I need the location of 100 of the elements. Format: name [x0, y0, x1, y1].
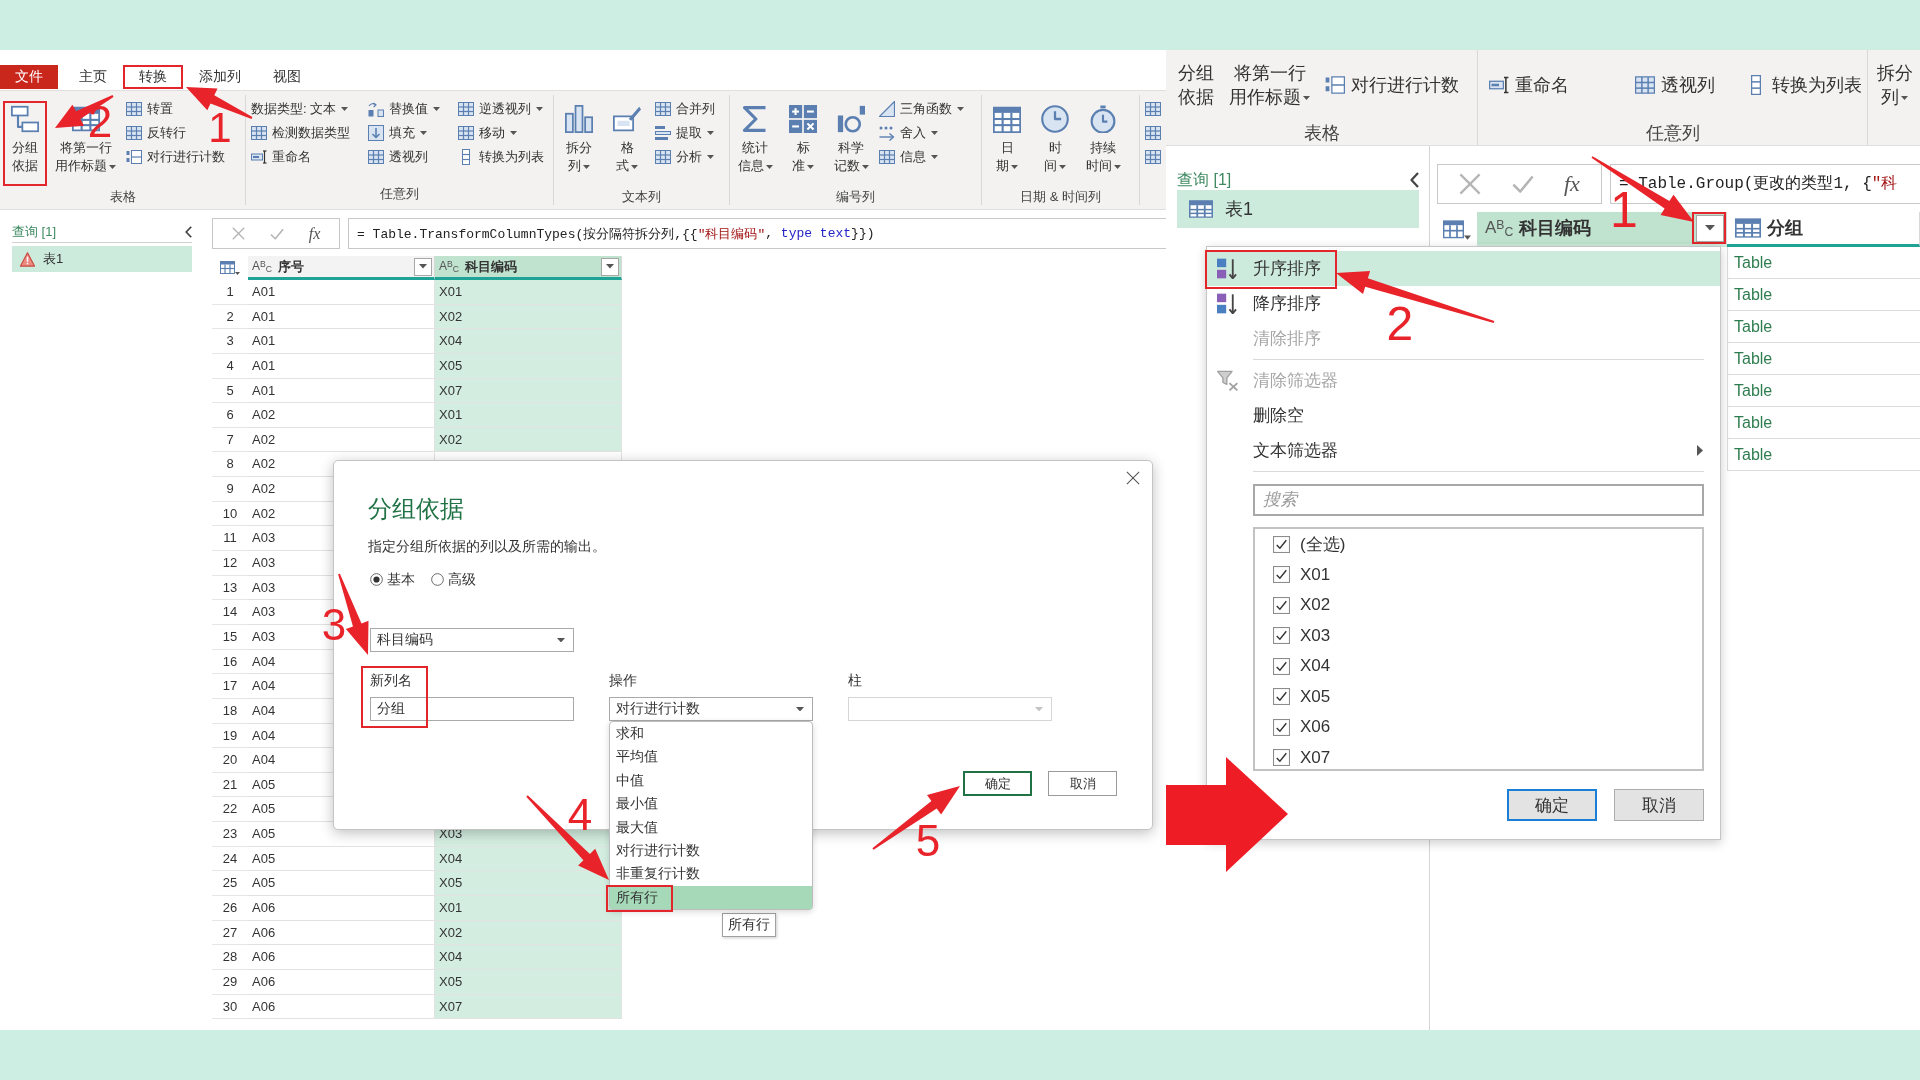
ribbon-button[interactable]: 转置 [124, 97, 175, 121]
ribbon-button[interactable]: 逆透视列 [456, 97, 545, 121]
checkbox[interactable] [1273, 566, 1290, 584]
option-item[interactable]: 求和 [610, 722, 812, 746]
row-number: 12 [212, 551, 248, 576]
cancel-button[interactable]: 取消 [1048, 771, 1117, 796]
column-header[interactable]: 分组 [1727, 212, 1920, 247]
ribbon-button[interactable]: 移动 [456, 121, 519, 145]
row-number: 18 [212, 698, 248, 724]
ok-button[interactable]: 确定 [963, 771, 1032, 796]
ribbon-button[interactable]: 填充 [366, 121, 429, 145]
check-icon[interactable] [269, 226, 284, 241]
row-number: 8 [212, 452, 248, 478]
table-menu-icon[interactable] [1443, 218, 1471, 241]
ribbon-button[interactable]: 三角函数 [877, 97, 966, 121]
checkbox[interactable] [1273, 657, 1290, 675]
ribbon-button[interactable]: 透视列 [1635, 72, 1715, 98]
menu-item[interactable]: 升序排序 [1207, 251, 1720, 286]
step-number: 1 [208, 112, 232, 144]
dropdown-select[interactable]: 对行进行计数 [609, 697, 813, 721]
function-button[interactable]: fx [1563, 171, 1580, 197]
menu-item[interactable]: 删除空 [1207, 398, 1312, 433]
ribbon-button[interactable]: 重命名 [249, 145, 313, 169]
ribbon-button[interactable]: 提取 [653, 121, 716, 145]
ribbon-button[interactable]: 透视列 [366, 145, 430, 169]
column-header[interactable]: A$^{B}$$_{C}$ 科目编码 [435, 256, 622, 280]
text-input[interactable]: 分组 [370, 697, 574, 721]
filter-value[interactable]: X05 [1273, 681, 1702, 712]
filter-value[interactable]: X03 [1273, 620, 1702, 651]
chevron-left-icon[interactable] [185, 226, 192, 238]
ribbon-button[interactable]: 分析 [653, 145, 716, 169]
chevron-left-icon[interactable] [1410, 172, 1419, 188]
grid-icon [1145, 101, 1161, 117]
ribbon-button[interactable]: 标准 [781, 101, 825, 186]
option-item[interactable]: 平均值 [610, 745, 812, 769]
ribbon-button[interactable]: 日期 [985, 101, 1029, 186]
pencil-icon [613, 105, 641, 133]
checkbox[interactable] [1273, 688, 1290, 706]
ribbon-button[interactable]: 转换为列表 [456, 145, 546, 169]
query-item[interactable]: 表1 [12, 246, 192, 272]
ribbon-button[interactable]: 分组依据 [1177, 61, 1214, 109]
ribbon-button[interactable]: 对行进行计数 [1325, 72, 1459, 98]
filter-button[interactable] [601, 257, 619, 276]
ribbon-button[interactable]: 格式 [605, 101, 649, 186]
filter-value[interactable]: X04 [1273, 651, 1702, 682]
radio-button[interactable] [431, 572, 444, 586]
filter-value[interactable]: X01 [1273, 559, 1702, 590]
table-cell: X05 [435, 353, 622, 379]
ribbon-button[interactable]: 拆分列 [557, 101, 601, 186]
ribbon-button[interactable]: 时间 [1033, 101, 1077, 186]
ribbon-button[interactable]: 替换值 [366, 97, 442, 121]
ribbon-tab[interactable]: 主页 [63, 65, 123, 89]
checkbox[interactable] [1273, 535, 1290, 553]
check-icon[interactable] [1511, 173, 1534, 195]
ok-button[interactable]: 确定 [1507, 789, 1597, 821]
sigma-icon [741, 105, 769, 133]
ribbon-button[interactable]: 检测数据类型 [249, 121, 352, 145]
ribbon-tab[interactable]: 添加列 [183, 65, 257, 89]
column-title: 序号 [278, 257, 304, 276]
filter-button[interactable] [414, 257, 432, 276]
filter-value[interactable]: (全选) [1273, 529, 1702, 560]
ribbon-button[interactable]: 重命名 [1489, 72, 1569, 98]
filter-value[interactable]: X07 [1273, 742, 1702, 773]
ribbon-button[interactable]: 舍入 [877, 121, 940, 145]
ribbon-tab[interactable]: 视图 [257, 65, 317, 89]
checkbox[interactable] [1273, 749, 1290, 767]
ribbon-button[interactable]: 科学记数 [829, 101, 873, 186]
ribbon-button[interactable]: 信息 [877, 145, 940, 169]
filter-value[interactable]: X02 [1273, 590, 1702, 621]
close-icon [1126, 471, 1140, 485]
ribbon-button[interactable]: 数据类型: 文本 [249, 97, 351, 121]
checkbox[interactable] [1273, 718, 1290, 736]
radio-button[interactable] [370, 572, 383, 586]
ribbon-button[interactable]: 反转行 [124, 121, 188, 145]
ribbon-button[interactable]: 转换为列表 [1746, 72, 1862, 98]
cancel-button[interactable]: 取消 [1614, 789, 1704, 821]
ribbon-button[interactable]: 持续时间 [1081, 101, 1125, 186]
column-select[interactable]: 科目编码 [370, 628, 574, 652]
search-field[interactable]: 搜索 [1253, 484, 1704, 516]
ribbon-button[interactable]: 合并列 [653, 97, 717, 121]
filter-value[interactable]: X06 [1273, 712, 1702, 743]
ribbon-button[interactable]: 对行进行计数 [124, 145, 227, 169]
menu-item[interactable]: 文本筛选器 [1207, 433, 1720, 468]
query-item[interactable]: 表1 [1177, 190, 1419, 228]
ribbon-button[interactable]: 拆分列 [1871, 61, 1918, 109]
ribbon-tab[interactable]: 文件 [0, 65, 58, 89]
ribbon-button[interactable]: 分组依据 [3, 101, 47, 186]
close-button[interactable] [1126, 471, 1140, 485]
option-item[interactable]: 中值 [610, 768, 812, 793]
ribbon-button[interactable]: 将第一行用作标题 [1228, 61, 1311, 109]
table-menu-icon[interactable] [220, 260, 240, 276]
menu-item[interactable]: 降序排序 [1207, 286, 1329, 321]
checkbox[interactable] [1273, 627, 1290, 645]
option-item[interactable]: 最小值 [610, 792, 812, 816]
formula-field[interactable]: = Table.TransformColumnTypes(按分隔符拆分列,{{"科目编码", type text}}) [348, 218, 1166, 249]
ribbon-button[interactable]: 统计信息 [733, 101, 777, 186]
checkbox[interactable] [1273, 596, 1290, 614]
ribbon-tab[interactable]: 转换 [123, 65, 183, 89]
function-button[interactable]: fx [308, 224, 321, 243]
column-header[interactable]: A$^{B}$$_{C}$ 序号 [248, 256, 435, 280]
